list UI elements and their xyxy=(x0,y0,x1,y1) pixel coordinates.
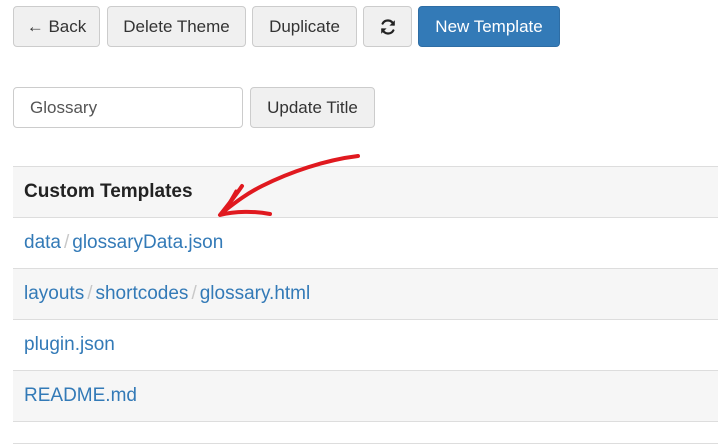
update-title-button[interactable]: Update Title xyxy=(250,87,375,128)
template-row: data / glossaryData.json xyxy=(13,218,718,269)
path-segment-link[interactable]: layouts xyxy=(24,283,84,305)
duplicate-button[interactable]: Duplicate xyxy=(252,6,357,47)
table-header: Custom Templates xyxy=(13,167,718,218)
template-row: README.md xyxy=(13,371,718,422)
new-template-button[interactable]: New Template xyxy=(418,6,560,47)
path-segment-link[interactable]: glossary.html xyxy=(200,283,311,305)
delete-theme-button[interactable]: Delete Theme xyxy=(107,6,246,47)
template-row: plugin.json xyxy=(13,320,718,371)
path-segment-link[interactable]: data xyxy=(24,232,61,254)
custom-templates-table: Custom Templates data / glossaryData.json … xyxy=(13,166,718,422)
path-segment-link[interactable]: README.md xyxy=(24,385,137,407)
path-separator: / xyxy=(63,232,70,253)
table-bottom-divider xyxy=(13,443,718,444)
path-separator: / xyxy=(191,283,197,304)
theme-title-input[interactable] xyxy=(13,87,243,128)
template-row: layouts / shortcodes / glossary.html xyxy=(13,269,718,320)
back-button[interactable]: ← Back xyxy=(13,6,100,47)
refresh-icon xyxy=(380,18,395,35)
table-header-label: Custom Templates xyxy=(24,181,193,202)
path-segment-link[interactable]: plugin.json xyxy=(24,334,115,356)
path-separator: / xyxy=(87,283,93,304)
refresh-button[interactable] xyxy=(363,6,412,47)
path-segment-link[interactable]: glossaryData.json xyxy=(72,232,223,254)
path-segment-link[interactable]: shortcodes xyxy=(95,283,188,305)
